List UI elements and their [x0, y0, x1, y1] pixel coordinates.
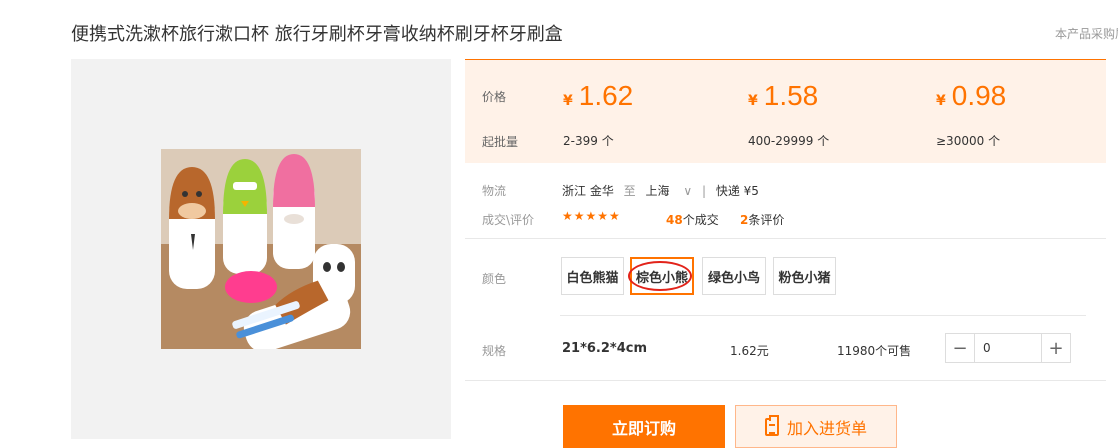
tier-range: 2-399 个 [563, 132, 614, 149]
currency-symbol: ¥ [936, 93, 946, 109]
to-text: 至 [623, 184, 636, 198]
tier-price: ¥1.62 [563, 80, 633, 112]
tier-unit: 个 [817, 134, 830, 148]
price-panel: 价格 起批量 ¥1.62 ¥1.58 ¥0.98 2-399 个 400-299… [465, 59, 1106, 163]
reviews-count[interactable]: 2条评价 [740, 211, 784, 228]
add-to-list-label: 加入进货单 [786, 418, 867, 438]
deals-number: 48 [666, 213, 683, 227]
product-gallery [71, 59, 451, 439]
add-to-list-button[interactable]: 加入进货单 [735, 405, 897, 448]
deals-label: 成交\评价 [482, 213, 535, 227]
spec-price: 1.62元 [730, 344, 769, 358]
tier-range: 400-29999 个 [748, 132, 829, 149]
logistics-label: 物流 [482, 184, 507, 198]
report-link[interactable]: 本产品采购属 [1055, 25, 1118, 42]
destination-city: 上海 [645, 184, 670, 198]
spec-size: 21*6.2*4cm [562, 341, 648, 356]
tier-price-value: 1.62 [578, 80, 634, 111]
separator: | [701, 184, 707, 198]
tier-unit: 个 [601, 134, 614, 148]
tier-price: ¥0.98 [936, 80, 1006, 112]
divider [560, 315, 1086, 316]
tier-range-value: 400-29999 [748, 134, 814, 148]
divider [465, 380, 1106, 381]
moq-label: 起批量 [482, 135, 519, 149]
tier-unit: 个 [988, 134, 1001, 148]
price-label: 价格 [482, 90, 507, 104]
tier-range: ≥30000 个 [936, 132, 1000, 149]
color-option-pink-pig[interactable]: 粉色小猪 [773, 257, 836, 295]
currency-symbol: ¥ [563, 93, 573, 109]
color-option-green-bird[interactable]: 绿色小鸟 [702, 257, 766, 295]
tier-range-value: ≥30000 [936, 134, 985, 148]
rating-stars: ★★★★★ [562, 209, 621, 223]
decrement-button[interactable]: − [946, 334, 974, 362]
destination-select[interactable]: 上海 ∨ [646, 184, 693, 198]
increment-button[interactable]: + [1042, 334, 1070, 362]
deals-text: 个成交 [682, 213, 719, 227]
highlight-circle [628, 261, 692, 291]
tier-range-value: 2-399 [563, 134, 598, 148]
spec-stock: 11980个可售 [837, 344, 912, 358]
tier-price-value: 0.98 [951, 80, 1007, 111]
color-option-label: 白色熊猫 [566, 270, 619, 286]
deals-count[interactable]: 48个成交 [666, 211, 719, 228]
product-title: 便携式洗漱杯旅行漱口杯 旅行牙刷杯牙膏收纳杯刷牙杯牙刷盒 [71, 24, 563, 45]
tier-price: ¥1.58 [748, 80, 818, 112]
color-option-brown-bear[interactable]: 棕色小熊 [628, 257, 694, 295]
buy-now-button[interactable]: 立即订购 [563, 405, 725, 448]
divider [465, 238, 1106, 239]
quantity-stepper: − 0 + [945, 333, 1071, 363]
tier-price-value: 1.58 [763, 80, 819, 111]
currency-symbol: ¥ [748, 93, 758, 109]
reviews-text: 条评价 [748, 213, 785, 227]
product-image[interactable] [161, 149, 361, 349]
color-option-label: 绿色小鸟 [707, 270, 760, 286]
chevron-down-icon: ∨ [683, 184, 693, 198]
color-option-label: 粉色小猪 [778, 270, 831, 286]
origin-city: 浙江 金华 [562, 184, 614, 198]
spec-label: 规格 [482, 344, 507, 358]
color-label: 颜色 [482, 272, 507, 286]
quantity-input[interactable]: 0 [974, 334, 1042, 362]
logistics-info: 浙江 金华 至 上海 ∨ | 快递 ¥5 [562, 182, 759, 199]
shipping-fee: 快递 ¥5 [715, 184, 759, 198]
clipboard-icon [764, 414, 779, 436]
color-option-white-panda[interactable]: 白色熊猫 [561, 257, 624, 295]
